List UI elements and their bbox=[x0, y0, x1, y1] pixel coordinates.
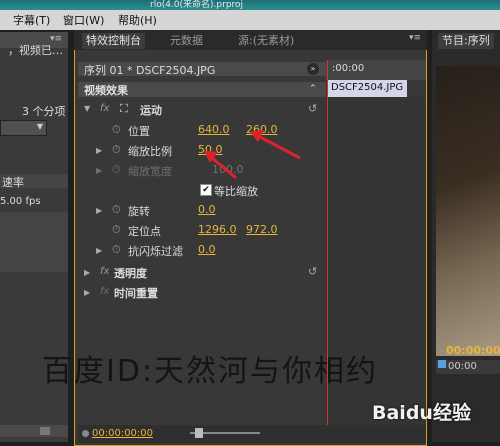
uniform-scale-checkbox[interactable]: ✔ bbox=[200, 184, 212, 196]
stopwatch-icon[interactable]: ⏱ bbox=[112, 243, 121, 257]
project-list-row[interactable] bbox=[0, 212, 68, 272]
expand-triangle-icon[interactable]: ▼ bbox=[84, 104, 90, 113]
scale-value[interactable]: 50.0 bbox=[198, 143, 223, 156]
program-video-frame bbox=[436, 66, 500, 356]
rate-header-label: 速率 bbox=[2, 176, 24, 189]
fx-toggle-icon[interactable]: fx bbox=[100, 266, 109, 277]
panel-menu-icon[interactable]: ▾≡ bbox=[409, 33, 421, 43]
reset-icon[interactable]: ↺ bbox=[308, 265, 317, 278]
timeline-ruler[interactable]: :00:00 bbox=[326, 60, 426, 80]
uniform-scale-label: 等比缩放 bbox=[214, 185, 258, 198]
stopwatch-icon[interactable]: ⏱ bbox=[112, 223, 121, 237]
menu-window[interactable]: 窗口(W) bbox=[63, 12, 104, 28]
tab-effect-controls[interactable]: 特效控制台 bbox=[82, 33, 145, 49]
program-timecode[interactable]: 00:00:00 bbox=[446, 344, 500, 357]
chevron-down-icon: ▼ bbox=[36, 122, 43, 131]
show-timeline-toggle-icon[interactable]: » bbox=[307, 63, 319, 75]
reset-icon[interactable]: ↺ bbox=[308, 102, 317, 115]
collapse-up-icon[interactable]: ⌃ bbox=[309, 84, 317, 94]
tab-metadata[interactable]: 元数据 bbox=[166, 33, 207, 49]
position-x-value[interactable]: 640.0 bbox=[198, 123, 230, 136]
motion-transform-icon[interactable]: ⛶ bbox=[120, 102, 128, 116]
stopwatch-icon: ⏱ bbox=[112, 163, 121, 176]
expand-triangle-icon[interactable]: ▶ bbox=[84, 268, 90, 277]
anchor-point-label: 定位点 bbox=[128, 225, 161, 238]
current-timecode[interactable]: 00:00:00:00 bbox=[92, 428, 153, 439]
baidu-id-watermark: 百度ID:天然河与你相约 bbox=[42, 354, 379, 389]
expand-triangle-icon[interactable]: ▶ bbox=[84, 288, 90, 297]
anti-flicker-label: 抗闪烁过滤 bbox=[128, 245, 183, 258]
project-info-text: ，视频已… bbox=[8, 44, 63, 57]
expand-triangle-icon[interactable]: ▶ bbox=[96, 146, 102, 155]
video-effects-label: 视频效果 bbox=[84, 84, 128, 97]
param-row-scale: ▶ ⏱ 缩放比例 50.0 bbox=[78, 142, 326, 160]
scale-width-value: 100.0 bbox=[212, 163, 244, 176]
title-bar: rlo(4.0(来命名).prproj bbox=[0, 0, 500, 10]
effect-row-time-remap[interactable]: ▶ fx 时间重置 bbox=[78, 284, 326, 302]
project-filter-dropdown[interactable]: ▼ bbox=[0, 120, 47, 136]
position-label: 位置 bbox=[128, 125, 150, 138]
project-scrollbar[interactable] bbox=[0, 425, 68, 437]
rotation-value[interactable]: 0.0 bbox=[198, 203, 216, 216]
sequence-clip-label: 序列 01 * DSCF2504.JPG bbox=[84, 64, 216, 77]
param-row-scale-width: ▶ ⏱ 缩放宽度 100.0 bbox=[78, 162, 326, 180]
anti-flicker-value[interactable]: 0.0 bbox=[198, 243, 216, 256]
panel-tab-bar: 特效控制台 元数据 源:(无素材) ▾≡ bbox=[74, 30, 427, 50]
stopwatch-icon[interactable]: ⏱ bbox=[112, 123, 121, 137]
rate-column-header[interactable]: 速率 bbox=[0, 174, 68, 189]
scale-label: 缩放比例 bbox=[128, 145, 172, 158]
timeline-clip[interactable]: DSCF2504.JPG bbox=[328, 80, 407, 97]
time-remap-label: 时间重置 bbox=[114, 287, 158, 300]
param-row-position: ⏱ 位置 640.0 260.0 bbox=[78, 122, 326, 140]
tab-source[interactable]: 源:(无素材) bbox=[234, 33, 298, 49]
menu-title[interactable]: 字幕(T) bbox=[13, 12, 50, 28]
effect-row-opacity[interactable]: ▶ fx 透明度 ↺ bbox=[78, 264, 326, 282]
ruler-timecode: :00:00 bbox=[332, 63, 365, 74]
stopwatch-icon[interactable]: ⏱ bbox=[112, 203, 121, 217]
project-item-count: 3 个分项 bbox=[22, 105, 66, 118]
frame-rate-value: 5.00 fps bbox=[0, 196, 41, 207]
video-effects-header: 视频效果 bbox=[78, 82, 326, 97]
fx-toggle-icon: fx bbox=[100, 286, 110, 297]
rotation-label: 旋转 bbox=[128, 205, 150, 218]
anchor-x-value[interactable]: 1296.0 bbox=[198, 223, 237, 236]
menu-bar: 字幕(T) 窗口(W) 帮助(H) bbox=[0, 10, 500, 30]
window-title: rlo(4.0(来命名).prproj bbox=[150, 0, 244, 10]
param-row-rotation: ▶ ⏱ 旋转 0.0 bbox=[78, 202, 326, 220]
scroll-thumb[interactable] bbox=[40, 427, 50, 435]
expand-triangle-icon[interactable]: ▶ bbox=[96, 246, 102, 255]
effect-row-motion[interactable]: ▼ fx ⛶ 运动 ↺ bbox=[78, 101, 326, 119]
position-y-value[interactable]: 260.0 bbox=[246, 123, 278, 136]
expand-triangle-icon[interactable]: ▶ bbox=[96, 206, 102, 215]
anchor-y-value[interactable]: 972.0 bbox=[246, 223, 278, 236]
scale-width-label: 缩放宽度 bbox=[128, 165, 172, 178]
param-row-anti-flicker: ▶ ⏱ 抗闪烁过滤 0.0 bbox=[78, 242, 326, 260]
stopwatch-icon[interactable]: ⏱ bbox=[112, 143, 121, 157]
sequence-clip-bar: 序列 01 * DSCF2504.JPG bbox=[78, 62, 326, 77]
fx-toggle-icon[interactable]: fx bbox=[100, 103, 109, 114]
tab-program[interactable]: 节目:序列 bbox=[438, 33, 494, 49]
motion-label: 运动 bbox=[140, 104, 162, 117]
program-ruler-timecode: 00:00 bbox=[448, 361, 477, 372]
param-row-anchor-point: ⏱ 定位点 1296.0 972.0 bbox=[78, 222, 326, 240]
opacity-label: 透明度 bbox=[114, 267, 147, 280]
program-tab-bar: 节目:序列 bbox=[432, 30, 500, 50]
menu-help[interactable]: 帮助(H) bbox=[118, 12, 157, 28]
expand-triangle-icon: ▶ bbox=[96, 166, 103, 175]
record-dot-icon bbox=[82, 430, 89, 437]
baidu-jingyan-logo: Baidu经验 bbox=[372, 402, 471, 424]
program-playhead-marker[interactable] bbox=[438, 360, 446, 368]
zoom-slider-thumb[interactable] bbox=[195, 428, 203, 438]
clip-name: DSCF2504.JPG bbox=[331, 82, 404, 93]
